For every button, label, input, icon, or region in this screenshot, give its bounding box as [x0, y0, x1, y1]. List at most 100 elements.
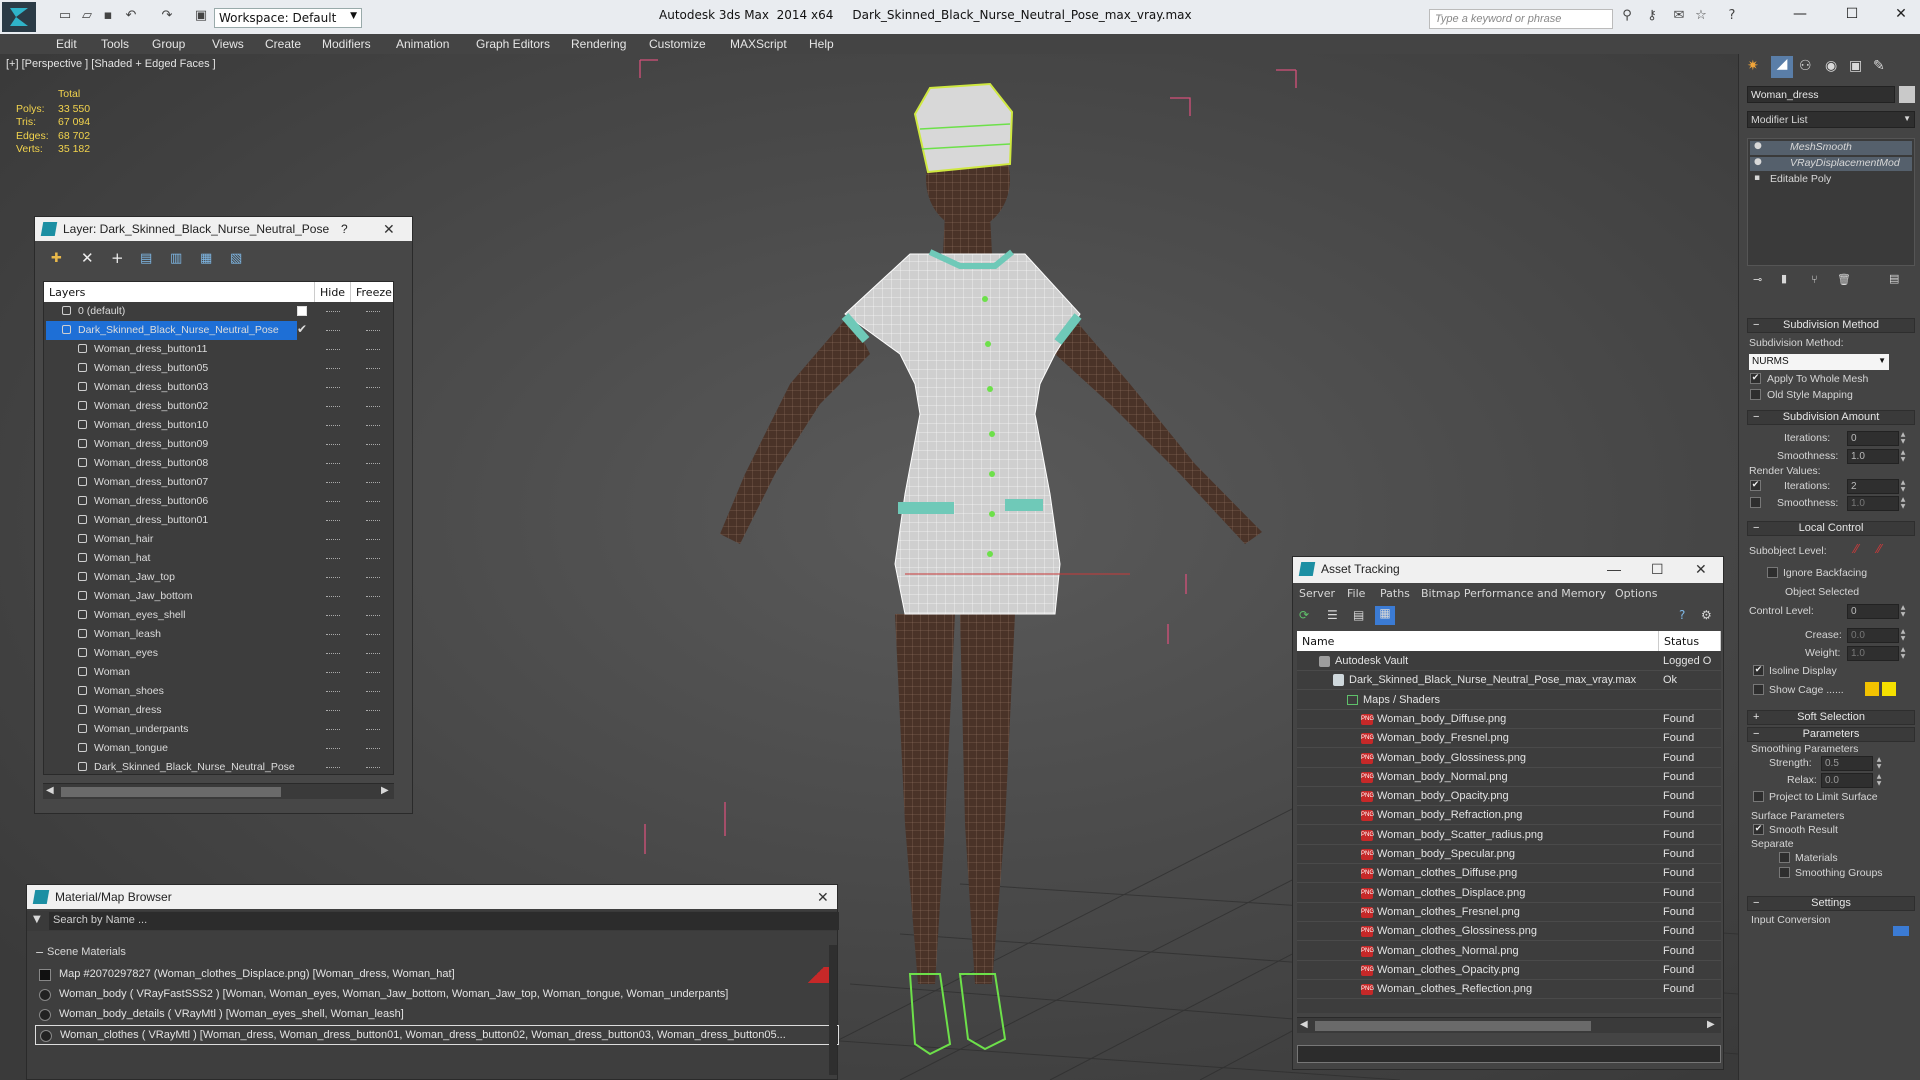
configure-sets-icon[interactable]: ▤	[1889, 272, 1899, 285]
display-tab-icon[interactable]: ▣	[1849, 58, 1862, 74]
vertex-subobject-icon[interactable]: ⁄⁄	[1854, 542, 1858, 556]
create-tab-icon[interactable]: ✷	[1747, 58, 1759, 74]
search-options-icon[interactable]: ▼	[33, 914, 41, 925]
modify-tab-icon[interactable]: ◢	[1771, 56, 1793, 78]
asset-row[interactable]: PNG Woman_body_Diffuse.png Found	[1297, 710, 1721, 729]
hide-toggle[interactable]	[326, 482, 340, 483]
spinner-arrows-icon[interactable]: ▲ ▼	[1899, 496, 1907, 511]
rollout-soft-selection[interactable]: + Soft Selection	[1747, 710, 1915, 725]
horizontal-scrollbar[interactable]: ◀ ▶	[1297, 1017, 1721, 1033]
asset-row[interactable]: PNG Woman_body_Specular.png Found	[1297, 845, 1721, 864]
hide-toggle[interactable]	[326, 501, 340, 502]
add-to-layer-icon[interactable]: +	[111, 249, 124, 267]
spinner-arrows-icon[interactable]: ▲ ▼	[1899, 604, 1907, 619]
asset-menu-bitmap[interactable]: Bitmap Performance and Memory	[1421, 587, 1606, 600]
menu-edit[interactable]: Edit	[56, 37, 77, 51]
freeze-toggle[interactable]	[366, 406, 380, 407]
project-to-limit-checkbox[interactable]	[1753, 791, 1764, 802]
close-icon[interactable]: ✕	[383, 221, 395, 238]
hide-toggle[interactable]	[326, 672, 340, 673]
menu-rendering[interactable]: Rendering	[571, 37, 626, 51]
layer-row[interactable]: Woman_eyes	[44, 644, 393, 663]
hide-toggle[interactable]	[326, 444, 340, 445]
layer-row[interactable]: Dark_Skinned_Black_Nurse_Neutral_Pose	[44, 758, 393, 774]
asset-row[interactable]: PNG Woman_clothes_Fresnel.png Found	[1297, 903, 1721, 922]
freeze-toggle[interactable]	[366, 482, 380, 483]
control-level-spinner[interactable]: 0	[1847, 604, 1899, 619]
edge-subobject-icon[interactable]: ⁄⁄	[1877, 542, 1881, 556]
table-view-icon[interactable]: ▤	[1353, 608, 1364, 622]
freeze-all-icon[interactable]: ▧	[230, 251, 242, 266]
pin-stack-icon[interactable]: ⊸	[1753, 273, 1762, 286]
spinner-arrows-icon[interactable]: ▲ ▼	[1899, 479, 1907, 494]
freeze-toggle[interactable]	[366, 330, 380, 331]
layer-row[interactable]: Woman_dress_button07	[44, 473, 393, 492]
layer-row[interactable]: Woman_underpants	[44, 720, 393, 739]
hide-toggle[interactable]	[326, 596, 340, 597]
asset-menu-server[interactable]: Server	[1299, 587, 1335, 600]
asset-row[interactable]: PNG Woman_body_Fresnel.png Found	[1297, 729, 1721, 749]
apply-whole-mesh-checkbox[interactable]: ✔	[1750, 373, 1761, 384]
smooth-result-checkbox[interactable]: ✔	[1753, 824, 1764, 835]
freeze-toggle[interactable]	[366, 653, 380, 654]
select-objects-icon[interactable]: ▤	[140, 251, 152, 266]
scroll-thumb[interactable]	[61, 787, 281, 797]
layer-row[interactable]: Woman_dress	[44, 701, 393, 720]
old-style-mapping-checkbox[interactable]	[1750, 389, 1761, 400]
rollout-parameters[interactable]: − Parameters	[1747, 727, 1915, 742]
hide-toggle[interactable]	[326, 330, 340, 331]
layer-row[interactable]: Woman_Jaw_bottom	[44, 587, 393, 606]
freeze-toggle[interactable]	[366, 672, 380, 673]
subdivision-method-dropdown[interactable]: NURMS ▼	[1749, 354, 1889, 370]
smoothness-spinner[interactable]: 1.0	[1847, 449, 1899, 464]
show-end-result-icon[interactable]: ▮	[1781, 272, 1787, 285]
hide-toggle[interactable]	[326, 425, 340, 426]
minimize-icon[interactable]: —	[1607, 561, 1621, 577]
render-smoothness-spinner[interactable]: 1.0	[1847, 496, 1899, 511]
material-row[interactable]: Woman_body_details ( VRayMtl ) [Woman_ey…	[35, 1005, 839, 1025]
scroll-left-icon[interactable]: ◀	[46, 785, 54, 796]
layer-row[interactable]: Woman_dress_button01	[44, 511, 393, 530]
column-header-freeze[interactable]: Freeze	[351, 282, 393, 302]
lightbulb-icon[interactable]: ●	[1754, 157, 1762, 167]
freeze-toggle[interactable]	[366, 729, 380, 730]
hide-toggle[interactable]	[326, 520, 340, 521]
favorites-star-icon[interactable]: ☆	[1694, 9, 1708, 23]
freeze-toggle[interactable]	[366, 349, 380, 350]
layer-row[interactable]: Woman_shoes	[44, 682, 393, 701]
layer-row[interactable]: Woman_Jaw_top	[44, 568, 393, 587]
asset-row[interactable]: PNG Woman_body_Refraction.png Found	[1297, 806, 1721, 826]
render-iterations-spinner[interactable]: 2	[1847, 479, 1899, 494]
freeze-toggle[interactable]	[366, 368, 380, 369]
asset-row[interactable]: PNG Woman_body_Scatter_radius.png Found	[1297, 826, 1721, 845]
crease-spinner[interactable]: 0.0	[1847, 628, 1899, 643]
freeze-toggle[interactable]	[366, 463, 380, 464]
menu-modifiers[interactable]: Modifiers	[322, 37, 371, 51]
asset-menu-paths[interactable]: Paths	[1380, 587, 1410, 600]
make-unique-icon[interactable]: ⑂	[1811, 273, 1818, 286]
hide-toggle[interactable]	[326, 653, 340, 654]
menu-create[interactable]: Create	[265, 37, 301, 51]
utilities-tab-icon[interactable]: ✎	[1873, 58, 1885, 74]
render-smoothness-checkbox[interactable]	[1750, 497, 1761, 508]
freeze-toggle[interactable]	[366, 710, 380, 711]
horizontal-scrollbar[interactable]: ◀ ▶	[43, 783, 394, 799]
show-cage-checkbox[interactable]	[1753, 684, 1764, 695]
undo-icon[interactable]: ↶	[124, 9, 138, 23]
layer-row[interactable]: Woman_tongue	[44, 739, 393, 758]
motion-tab-icon[interactable]: ◉	[1825, 58, 1837, 74]
close-button[interactable]: ✕	[1889, 6, 1913, 26]
layer-row[interactable]: Woman_dress_button09	[44, 435, 393, 454]
close-icon[interactable]: ✕	[817, 889, 829, 906]
layer-row[interactable]: Woman_dress_button11	[44, 340, 393, 359]
strength-spinner[interactable]: 0.5	[1821, 756, 1873, 771]
operate-on-icon[interactable]	[1893, 926, 1909, 936]
maximize-icon[interactable]: ☐	[1651, 561, 1664, 578]
hierarchy-tab-icon[interactable]: ⚇	[1799, 58, 1812, 74]
spinner-arrows-icon[interactable]: ▲ ▼	[1875, 756, 1883, 771]
freeze-toggle[interactable]	[366, 691, 380, 692]
new-layer-icon[interactable]: ✚	[51, 251, 62, 266]
asset-row[interactable]: PNG Woman_clothes_Normal.png Found	[1297, 942, 1721, 961]
layer-row[interactable]: Woman_hat	[44, 549, 393, 568]
layer-row[interactable]: 0 (default)	[44, 302, 393, 321]
